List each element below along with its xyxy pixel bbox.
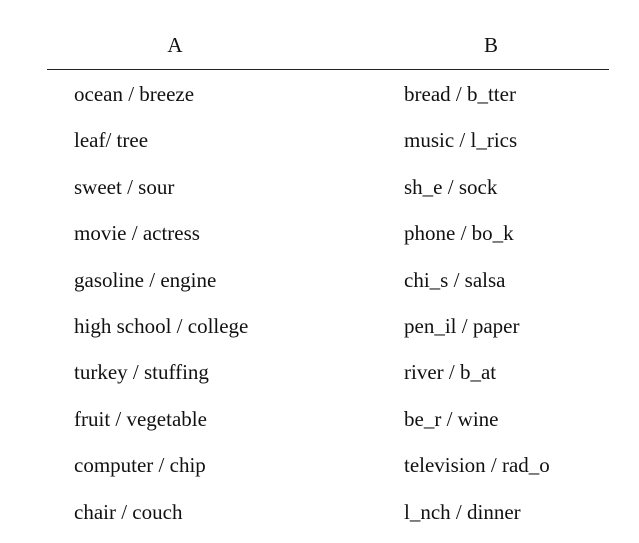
cell-a: fruit / vegetable	[74, 406, 207, 431]
table-row: sweet / sour sh_e / sock	[0, 172, 639, 218]
table-row: high school / college pen_il / paper	[0, 311, 639, 357]
cell-b: music / l_rics	[404, 128, 518, 153]
cell-b: television / rad_o	[404, 453, 550, 478]
cell-b: river / b_at	[404, 360, 497, 385]
cell-b: l_nch / dinner	[404, 499, 521, 524]
table-row: gasoline / engine chi_s / salsa	[0, 265, 639, 311]
table-row: turkey / stuffing river / b_at	[0, 357, 639, 403]
cell-a: chair / couch	[74, 499, 183, 524]
cell-a: ocean / breeze	[74, 82, 195, 106]
cell-a: movie / actress	[74, 221, 200, 246]
column-header-b: B	[483, 33, 498, 57]
cell-b: chi_s / salsa	[404, 267, 506, 292]
table-row: chair / couch l_nch / dinner	[0, 497, 639, 543]
cell-a: computer / chip	[74, 453, 206, 478]
cell-a: gasoline / engine	[74, 267, 217, 292]
cell-b: be_r / wine	[404, 406, 499, 431]
cell-a: turkey / stuffing	[74, 360, 209, 385]
cell-b: phone / bo_k	[404, 221, 514, 246]
header-rule	[47, 69, 609, 70]
table-row: computer / chip television / rad_o	[0, 450, 639, 496]
cell-b: sh_e / sock	[404, 174, 498, 199]
cell-a: high school / college	[74, 313, 249, 338]
cell-b: pen_il / paper	[404, 313, 520, 338]
table-row: movie / actress phone / bo_k	[0, 218, 639, 264]
table-row: leaf/ tree music / l_rics	[0, 125, 639, 171]
table-body: ocean / breeze bread / b_tter leaf/ tree…	[0, 79, 639, 543]
cell-a: sweet / sour	[74, 174, 175, 199]
cell-a: leaf/ tree	[74, 128, 149, 153]
cell-b: bread / b_tter	[404, 82, 516, 106]
table-row: fruit / vegetable be_r / wine	[0, 404, 639, 450]
column-header-a: A	[167, 33, 183, 57]
word-pair-table: A B ocean / breeze bread / b_tter leaf/ …	[0, 0, 639, 539]
table-row: ocean / breeze bread / b_tter	[0, 79, 639, 125]
